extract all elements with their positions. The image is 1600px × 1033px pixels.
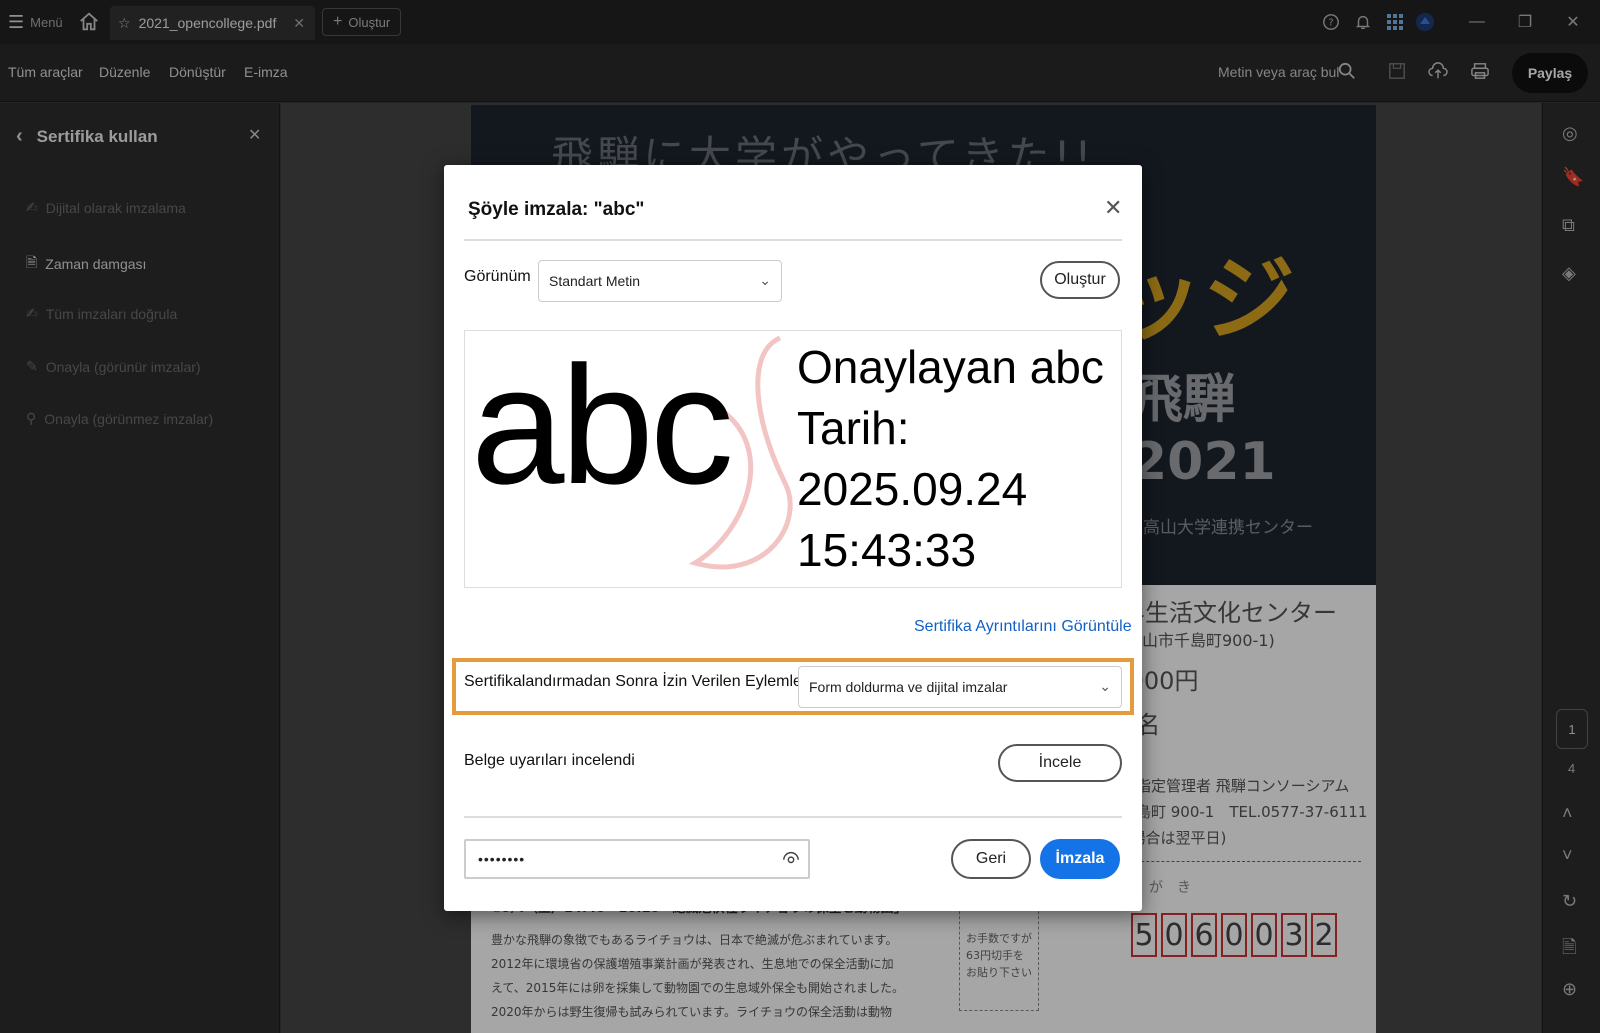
- back-button[interactable]: Geri: [951, 839, 1031, 879]
- certificate-details-link[interactable]: Sertifika Ayrıntılarını Görüntüle: [914, 618, 1132, 636]
- signature-details: Onaylayan abc Tarih: 2025.09.24 15:43:33…: [797, 337, 1121, 587]
- document-warnings-label: Belge uyarıları incelendi: [464, 752, 635, 769]
- create-appearance-button[interactable]: Oluştur: [1040, 261, 1120, 299]
- chevron-down-icon: ⌄: [1099, 678, 1111, 694]
- signature-line: Onaylayan abc: [797, 341, 1104, 393]
- eye-icon[interactable]: [782, 849, 800, 872]
- signature-line: Tarih:: [797, 402, 910, 454]
- permitted-actions-label: Sertifikalandırmadan Sonra İzin Verilen …: [464, 673, 808, 690]
- dialog-close-icon[interactable]: ✕: [1104, 195, 1122, 221]
- sign-button[interactable]: İmzala: [1040, 839, 1120, 879]
- signature-line: 2025.09.24: [797, 463, 1028, 515]
- signature-name: abc: [471, 331, 734, 519]
- dialog-divider: [464, 239, 1122, 241]
- appearance-label: Görünüm: [464, 268, 531, 285]
- signature-preview: abc Onaylayan abc Tarih: 2025.09.24 15:4…: [464, 330, 1122, 588]
- permitted-actions-select[interactable]: Form doldurma ve dijital imzalar ⌄: [798, 666, 1122, 708]
- password-value: ••••••••: [478, 851, 526, 867]
- signature-line: 15:43:33 +05'30': [797, 524, 977, 587]
- permitted-actions-value: Form doldurma ve dijital imzalar: [809, 679, 1008, 695]
- sign-as-dialog: Şöyle imzala: "abc" ✕ Görünüm Standart M…: [444, 165, 1142, 911]
- dialog-divider: [464, 816, 1122, 818]
- review-button[interactable]: İncele: [998, 744, 1122, 782]
- appearance-select[interactable]: Standart Metin ⌄: [538, 260, 782, 302]
- chevron-down-icon: ⌄: [759, 272, 771, 288]
- password-field[interactable]: ••••••••: [464, 839, 810, 879]
- appearance-value: Standart Metin: [549, 273, 641, 289]
- dialog-title: Şöyle imzala: "abc": [468, 199, 645, 220]
